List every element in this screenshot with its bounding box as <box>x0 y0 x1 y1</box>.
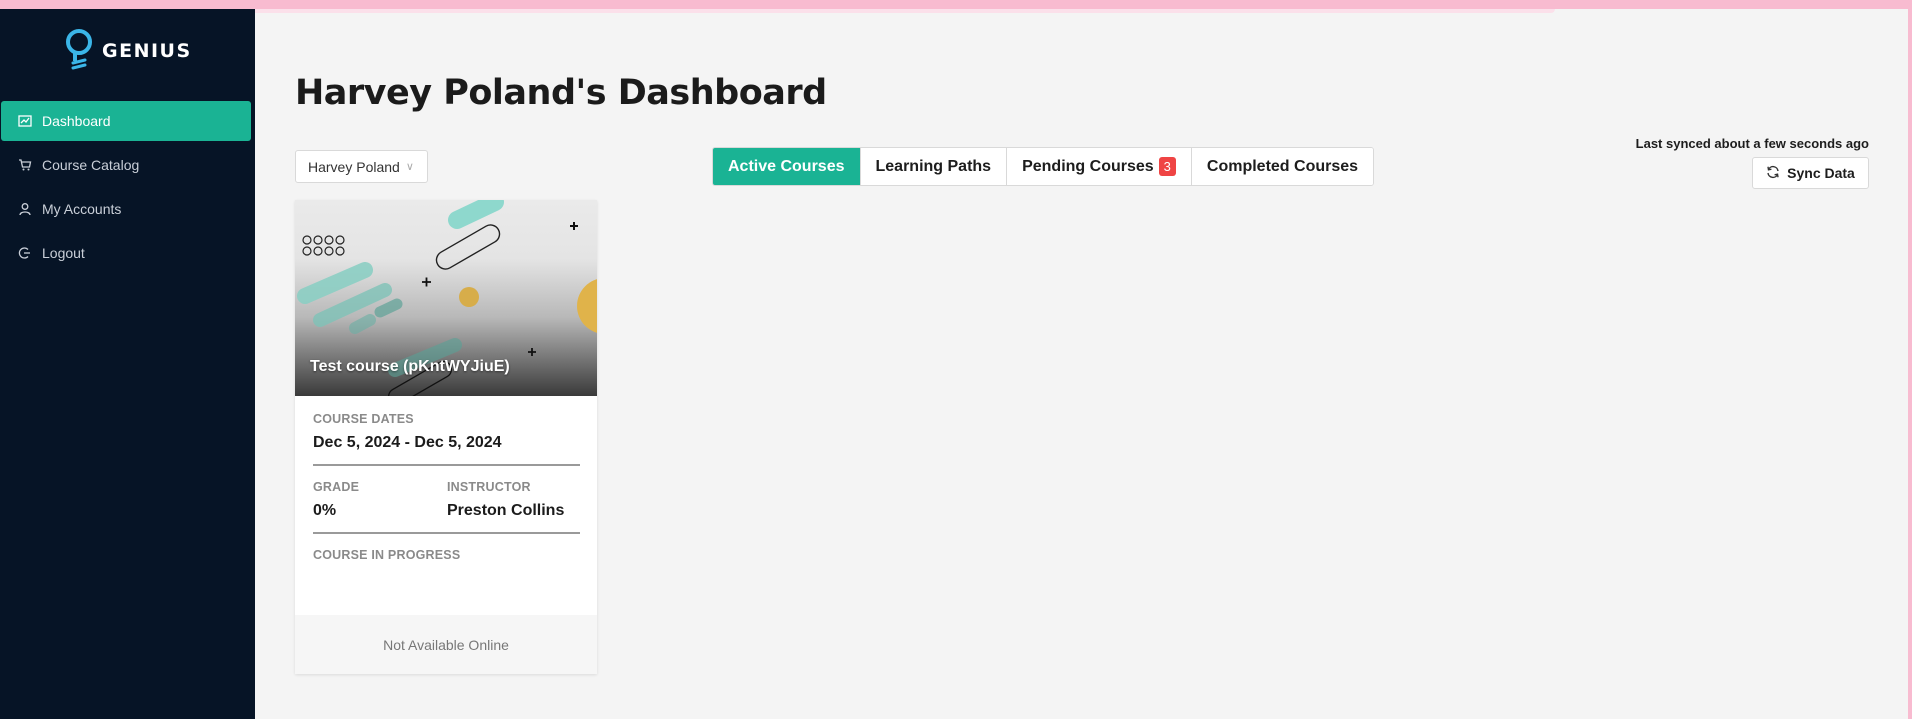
course-dates-label: COURSE DATES <box>313 412 414 426</box>
course-dates-value: Dec 5, 2024 - Dec 5, 2024 <box>313 434 502 451</box>
user-select-value: Harvey Poland <box>308 158 400 175</box>
course-card[interactable]: Test course (pKntWYJiuE) COURSE DATES De… <box>295 200 597 674</box>
tab-label: Learning Paths <box>875 157 992 175</box>
sidebar-item-label: Logout <box>42 245 85 261</box>
sidebar: GENIUS Dashboard Course Catalog My Accou… <box>0 9 255 719</box>
sync-data-button[interactable]: Sync Data <box>1752 157 1869 189</box>
instructor-label: INSTRUCTOR <box>447 480 531 494</box>
tab-label: Pending Courses <box>1022 157 1154 175</box>
course-details: COURSE DATES Dec 5, 2024 - Dec 5, 2024 G… <box>295 396 597 562</box>
tab-learning-paths[interactable]: Learning Paths <box>860 148 1008 185</box>
grade-instructor-row: GRADE 0% INSTRUCTOR Preston Collins <box>313 480 580 520</box>
divider <box>313 464 580 466</box>
logout-icon <box>18 246 32 260</box>
grade-value: 0% <box>313 502 337 519</box>
cart-icon <box>18 158 32 172</box>
divider <box>313 532 580 534</box>
lightbulb-icon <box>64 27 94 76</box>
chart-icon <box>18 114 32 128</box>
sync-button-label: Sync Data <box>1787 165 1855 181</box>
app-window: GENIUS Dashboard Course Catalog My Accou… <box>0 9 1908 719</box>
course-title[interactable]: Test course (pKntWYJiuE) <box>310 358 510 376</box>
instructor-value: Preston Collins <box>447 502 565 519</box>
sync-icon <box>1766 165 1780 182</box>
course-status-label: COURSE IN PROGRESS <box>313 548 461 562</box>
tab-pending-courses[interactable]: Pending Courses 3 <box>1007 148 1192 185</box>
user-select[interactable]: Harvey Poland ∨ <box>295 150 428 183</box>
logo[interactable]: GENIUS <box>64 27 192 75</box>
pending-count-badge: 3 <box>1158 157 1176 176</box>
sidebar-item-label: Dashboard <box>42 113 111 129</box>
sidebar-item-dashboard[interactable]: Dashboard <box>1 101 251 141</box>
sidebar-nav: Dashboard Course Catalog My Accounts Log… <box>0 101 255 277</box>
sidebar-item-my-accounts[interactable]: My Accounts <box>1 189 251 229</box>
course-image: Test course (pKntWYJiuE) <box>295 200 597 396</box>
course-availability: Not Available Online <box>295 615 597 674</box>
tab-active-courses[interactable]: Active Courses <box>713 148 861 185</box>
tab-completed-courses[interactable]: Completed Courses <box>1191 148 1374 185</box>
sync-status: Last synced about a few seconds ago <box>1635 136 1869 151</box>
sidebar-item-logout[interactable]: Logout <box>1 233 251 273</box>
chevron-down-icon: ∨ <box>405 161 414 173</box>
user-icon <box>18 202 32 216</box>
tab-label: Completed Courses <box>1206 157 1359 175</box>
grade-label: GRADE <box>313 480 360 494</box>
sidebar-item-label: Course Catalog <box>42 157 140 173</box>
brand-name: GENIUS <box>102 40 192 62</box>
sidebar-item-course-catalog[interactable]: Course Catalog <box>1 145 251 185</box>
course-tabs: Active Courses Learning Paths Pending Co… <box>712 147 1375 186</box>
page-title: Harvey Poland's Dashboard <box>295 73 827 113</box>
tab-label: Active Courses <box>728 157 845 175</box>
top-bar <box>110 9 1555 13</box>
sidebar-item-label: My Accounts <box>42 201 122 217</box>
